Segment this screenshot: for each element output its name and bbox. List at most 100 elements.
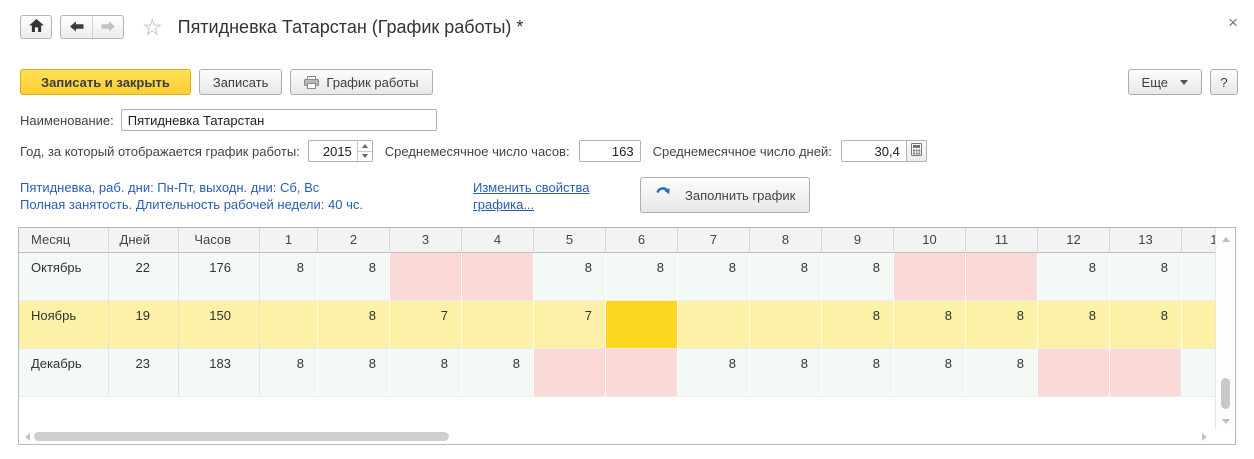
name-input[interactable]: Пятидневка Татарстан — [120, 109, 437, 131]
day-cell[interactable]: 8 — [750, 253, 822, 301]
day-cell[interactable]: 8 — [678, 349, 750, 397]
day-cell[interactable]: 8 — [822, 253, 894, 301]
edit-properties-link[interactable]: Изменить свойства графика... — [473, 179, 633, 213]
day-cell[interactable]: 8 — [822, 349, 894, 397]
day-cell[interactable] — [1182, 253, 1215, 301]
day-cell[interactable]: 7 — [390, 301, 462, 349]
selected-day-cell[interactable] — [606, 301, 678, 349]
day-cell[interactable]: 8 — [894, 349, 966, 397]
month-cell[interactable]: Октябрь — [19, 253, 109, 301]
column-header-day-5[interactable]: 5 — [534, 228, 606, 253]
days-count-cell[interactable]: 19 — [109, 301, 179, 349]
day-cell[interactable]: 8 — [966, 349, 1038, 397]
day-cell[interactable] — [678, 301, 750, 349]
month-cell[interactable]: Декабрь — [19, 349, 109, 397]
back-button[interactable] — [61, 16, 92, 38]
year-input[interactable]: 2015 — [307, 140, 373, 162]
avg-hours-input[interactable]: 163 — [578, 140, 641, 162]
help-button[interactable]: ? — [1210, 69, 1238, 95]
column-header-days[interactable]: Дней — [109, 228, 179, 253]
column-header-day-1[interactable]: 1 — [260, 228, 318, 253]
day-cell[interactable]: 8 — [318, 253, 390, 301]
day-cell[interactable] — [462, 301, 534, 349]
chevron-down-icon — [1180, 79, 1188, 85]
day-cell[interactable]: 8 — [1038, 253, 1110, 301]
more-button[interactable]: Еще — [1127, 69, 1202, 95]
home-button[interactable] — [20, 15, 52, 39]
day-cell[interactable] — [750, 301, 822, 349]
calculate-button[interactable] — [906, 140, 927, 162]
close-button[interactable]: × — [1228, 14, 1238, 31]
forward-button[interactable] — [92, 16, 123, 38]
favorite-star-icon[interactable]: ☆ — [142, 15, 163, 39]
column-header-day-14[interactable]: 14 — [1182, 228, 1215, 253]
day-cell[interactable] — [966, 253, 1038, 301]
hours-count-cell[interactable]: 176 — [179, 253, 260, 301]
day-cell[interactable] — [894, 253, 966, 301]
hours-count-cell[interactable]: 183 — [179, 349, 260, 397]
column-header-day-13[interactable]: 13 — [1110, 228, 1182, 253]
day-cell[interactable]: 8 — [390, 349, 462, 397]
save-button[interactable]: Записать — [198, 69, 283, 95]
vertical-scroll-thumb[interactable] — [1221, 378, 1230, 409]
day-cell[interactable] — [1110, 349, 1182, 397]
day-cell[interactable]: 8 — [1038, 301, 1110, 349]
day-cell[interactable]: 8 — [678, 253, 750, 301]
day-cell[interactable]: 8 — [318, 301, 390, 349]
day-cell[interactable]: 8 — [462, 349, 534, 397]
year-value[interactable]: 2015 — [309, 141, 357, 161]
scroll-up-icon[interactable] — [1222, 237, 1230, 242]
column-header-day-9[interactable]: 9 — [822, 228, 894, 253]
day-cell[interactable]: 8 — [750, 349, 822, 397]
horizontal-scrollbar[interactable] — [19, 430, 1215, 444]
day-cell[interactable] — [534, 349, 606, 397]
column-header-day-10[interactable]: 10 — [894, 228, 966, 253]
day-cell[interactable]: 8 — [534, 253, 606, 301]
day-cell[interactable]: 8 — [894, 301, 966, 349]
day-cell[interactable] — [1182, 301, 1215, 349]
year-spin-down-button[interactable] — [357, 150, 372, 162]
column-header-hours[interactable]: Часов — [179, 228, 260, 253]
day-cell[interactable]: 8 — [260, 253, 318, 301]
printer-icon — [304, 75, 320, 89]
day-cell[interactable]: 8 — [1110, 301, 1182, 349]
day-cell[interactable]: 8 — [1110, 253, 1182, 301]
day-cell[interactable] — [260, 301, 318, 349]
spin-down-icon — [361, 154, 368, 159]
hours-count-cell[interactable]: 150 — [179, 301, 260, 349]
day-cell[interactable]: 8 — [966, 301, 1038, 349]
day-cell[interactable] — [1038, 349, 1110, 397]
scroll-down-icon[interactable] — [1222, 419, 1230, 424]
column-header-day-3[interactable]: 3 — [390, 228, 462, 253]
column-header-month[interactable]: Месяц — [19, 228, 109, 253]
vertical-scrollbar[interactable] — [1215, 228, 1235, 430]
column-header-day-7[interactable]: 7 — [678, 228, 750, 253]
day-cell[interactable] — [1182, 349, 1215, 397]
day-cell[interactable]: 8 — [822, 301, 894, 349]
title-bar: ☆ Пятидневка Татарстан (График работы) * — [20, 14, 1214, 40]
day-cell[interactable] — [462, 253, 534, 301]
save-close-button[interactable]: Записать и закрыть — [20, 69, 191, 95]
avg-days-input[interactable]: 30,4 — [840, 140, 907, 162]
day-cell[interactable]: 8 — [318, 349, 390, 397]
print-schedule-button[interactable]: График работы — [290, 69, 433, 95]
day-cell[interactable]: 7 — [534, 301, 606, 349]
column-header-day-8[interactable]: 8 — [750, 228, 822, 253]
column-header-day-11[interactable]: 11 — [966, 228, 1038, 253]
column-header-day-2[interactable]: 2 — [318, 228, 390, 253]
fill-schedule-button[interactable]: Заполнить график — [640, 177, 810, 213]
horizontal-scroll-thumb[interactable] — [34, 432, 449, 441]
month-cell[interactable]: Ноябрь — [19, 301, 109, 349]
days-count-cell[interactable]: 23 — [109, 349, 179, 397]
day-cell[interactable] — [606, 349, 678, 397]
day-cell[interactable] — [390, 253, 462, 301]
column-header-day-12[interactable]: 12 — [1038, 228, 1110, 253]
scroll-left-icon[interactable] — [25, 433, 30, 441]
column-header-day-4[interactable]: 4 — [462, 228, 534, 253]
day-cell[interactable]: 8 — [606, 253, 678, 301]
day-cell[interactable]: 8 — [260, 349, 318, 397]
scroll-right-icon[interactable] — [1202, 433, 1207, 441]
year-spin-up-button[interactable] — [358, 141, 372, 151]
column-header-day-6[interactable]: 6 — [606, 228, 678, 253]
days-count-cell[interactable]: 22 — [109, 253, 179, 301]
